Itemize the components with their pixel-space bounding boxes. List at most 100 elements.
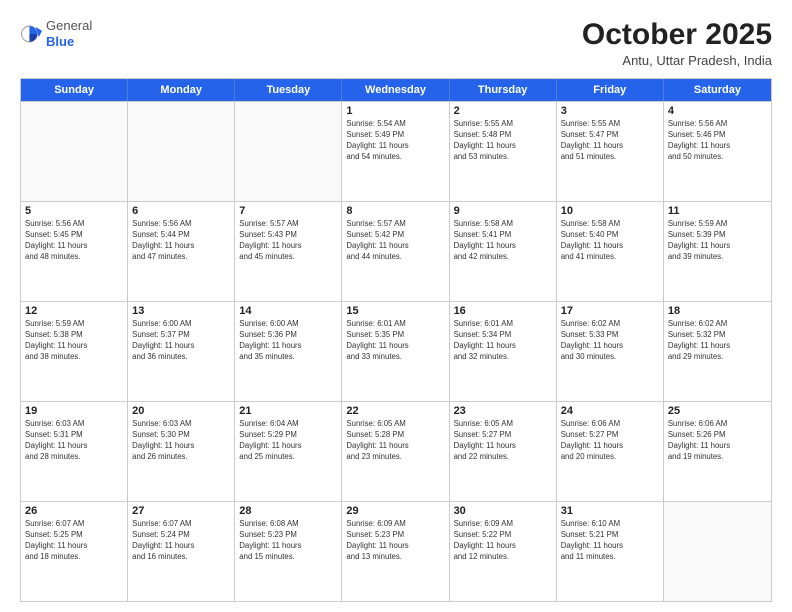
cell-info: Sunrise: 5:54 AM Sunset: 5:49 PM Dayligh… (346, 119, 444, 163)
cell-date-number: 4 (668, 105, 767, 117)
cell-info: Sunrise: 5:56 AM Sunset: 5:45 PM Dayligh… (25, 219, 123, 263)
calendar-cell: 10 Sunrise: 5:58 AM Sunset: 5:40 PM Dayli… (557, 202, 664, 301)
calendar-cell: 25 Sunrise: 6:06 AM Sunset: 5:26 PM Dayli… (664, 402, 771, 501)
day-header: Monday (128, 79, 235, 101)
cell-date-number: 2 (454, 105, 552, 117)
week-row: 1 Sunrise: 5:54 AM Sunset: 5:49 PM Daylig… (21, 101, 771, 201)
cell-info: Sunrise: 6:04 AM Sunset: 5:29 PM Dayligh… (239, 419, 337, 463)
calendar-cell: 4 Sunrise: 5:56 AM Sunset: 5:46 PM Daylig… (664, 102, 771, 201)
cell-info: Sunrise: 6:07 AM Sunset: 5:25 PM Dayligh… (25, 519, 123, 563)
week-row: 12Sunrise: 5:59 AM Sunset: 5:38 PM Dayli… (21, 301, 771, 401)
cell-date-number: 5 (25, 205, 123, 217)
logo: General Blue (20, 18, 92, 49)
cell-date-number: 21 (239, 405, 337, 417)
cell-date-number: 10 (561, 205, 659, 217)
cell-date-number: 8 (346, 205, 444, 217)
calendar-cell: 20Sunrise: 6:03 AM Sunset: 5:30 PM Dayli… (128, 402, 235, 501)
month-title: October 2025 (582, 18, 772, 51)
calendar-cell: 16 Sunrise: 6:01 AM Sunset: 5:34 PM Dayli… (450, 302, 557, 401)
cell-info: Sunrise: 5:57 AM Sunset: 5:43 PM Dayligh… (239, 219, 337, 263)
cell-info: Sunrise: 6:10 AM Sunset: 5:21 PM Dayligh… (561, 519, 659, 563)
calendar-cell: 6 Sunrise: 5:56 AM Sunset: 5:44 PM Daylig… (128, 202, 235, 301)
cell-date-number: 7 (239, 205, 337, 217)
calendar-cell (21, 102, 128, 201)
calendar-cell (235, 102, 342, 201)
cell-info: Sunrise: 6:06 AM Sunset: 5:27 PM Dayligh… (561, 419, 659, 463)
calendar-cell: 19 Sunrise: 6:03 AM Sunset: 5:31 PM Dayli… (21, 402, 128, 501)
cell-date-number: 27 (132, 505, 230, 517)
day-header: Wednesday (342, 79, 449, 101)
calendar: SundayMondayTuesdayWednesdayThursdayFrid… (20, 78, 772, 602)
calendar-cell: 26Sunrise: 6:07 AM Sunset: 5:25 PM Dayli… (21, 502, 128, 601)
cell-info: Sunrise: 6:03 AM Sunset: 5:31 PM Dayligh… (25, 419, 123, 463)
cell-date-number: 23 (454, 405, 552, 417)
cell-info: Sunrise: 6:02 AM Sunset: 5:33 PM Dayligh… (561, 319, 659, 363)
cell-info: Sunrise: 6:01 AM Sunset: 5:34 PM Dayligh… (454, 319, 552, 363)
cell-date-number: 22 (346, 405, 444, 417)
cell-info: Sunrise: 5:55 AM Sunset: 5:47 PM Dayligh… (561, 119, 659, 163)
week-row: 19 Sunrise: 6:03 AM Sunset: 5:31 PM Dayli… (21, 401, 771, 501)
cell-info: Sunrise: 6:00 AM Sunset: 5:36 PM Dayligh… (239, 319, 337, 363)
cell-date-number: 1 (346, 105, 444, 117)
cell-date-number: 13 (132, 305, 230, 317)
cell-info: Sunrise: 6:09 AM Sunset: 5:23 PM Dayligh… (346, 519, 444, 563)
week-row: 5 Sunrise: 5:56 AM Sunset: 5:45 PM Daylig… (21, 201, 771, 301)
day-header: Friday (557, 79, 664, 101)
cell-info: Sunrise: 6:00 AM Sunset: 5:37 PM Dayligh… (132, 319, 230, 363)
calendar-cell: 14 Sunrise: 6:00 AM Sunset: 5:36 PM Dayli… (235, 302, 342, 401)
cell-date-number: 16 (454, 305, 552, 317)
calendar-cell: 24 Sunrise: 6:06 AM Sunset: 5:27 PM Dayli… (557, 402, 664, 501)
calendar-cell: 13 Sunrise: 6:00 AM Sunset: 5:37 PM Dayli… (128, 302, 235, 401)
calendar-cell (664, 502, 771, 601)
calendar-cell: 22 Sunrise: 6:05 AM Sunset: 5:28 PM Dayli… (342, 402, 449, 501)
calendar-cell: 28Sunrise: 6:08 AM Sunset: 5:23 PM Dayli… (235, 502, 342, 601)
cell-info: Sunrise: 6:08 AM Sunset: 5:23 PM Dayligh… (239, 519, 337, 563)
cell-info: Sunrise: 6:06 AM Sunset: 5:26 PM Dayligh… (668, 419, 767, 463)
cell-date-number: 14 (239, 305, 337, 317)
calendar-cell: 11Sunrise: 5:59 AM Sunset: 5:39 PM Dayli… (664, 202, 771, 301)
cell-info: Sunrise: 6:05 AM Sunset: 5:27 PM Dayligh… (454, 419, 552, 463)
cell-date-number: 11 (668, 205, 767, 217)
calendar-cell: 5 Sunrise: 5:56 AM Sunset: 5:45 PM Daylig… (21, 202, 128, 301)
cell-date-number: 9 (454, 205, 552, 217)
logo-icon (20, 23, 42, 45)
cell-date-number: 18 (668, 305, 767, 317)
calendar-cell: 15Sunrise: 6:01 AM Sunset: 5:35 PM Dayli… (342, 302, 449, 401)
calendar-cell: 1 Sunrise: 5:54 AM Sunset: 5:49 PM Daylig… (342, 102, 449, 201)
day-header: Sunday (21, 79, 128, 101)
cell-date-number: 24 (561, 405, 659, 417)
logo-blue: Blue (46, 34, 74, 49)
calendar-cell: 21 Sunrise: 6:04 AM Sunset: 5:29 PM Dayli… (235, 402, 342, 501)
page: General Blue October 2025 Antu, Uttar Pr… (0, 0, 792, 612)
cell-date-number: 17 (561, 305, 659, 317)
cell-info: Sunrise: 5:58 AM Sunset: 5:40 PM Dayligh… (561, 219, 659, 263)
cell-date-number: 19 (25, 405, 123, 417)
calendar-cell (128, 102, 235, 201)
cell-info: Sunrise: 5:57 AM Sunset: 5:42 PM Dayligh… (346, 219, 444, 263)
cell-date-number: 25 (668, 405, 767, 417)
day-header: Tuesday (235, 79, 342, 101)
cell-info: Sunrise: 5:56 AM Sunset: 5:44 PM Dayligh… (132, 219, 230, 263)
cell-info: Sunrise: 6:05 AM Sunset: 5:28 PM Dayligh… (346, 419, 444, 463)
day-headers-row: SundayMondayTuesdayWednesdayThursdayFrid… (21, 79, 771, 101)
cell-date-number: 3 (561, 105, 659, 117)
calendar-cell: 31 Sunrise: 6:10 AM Sunset: 5:21 PM Dayli… (557, 502, 664, 601)
calendar-cell: 18Sunrise: 6:02 AM Sunset: 5:32 PM Dayli… (664, 302, 771, 401)
cell-date-number: 12 (25, 305, 123, 317)
calendar-cell: 9 Sunrise: 5:58 AM Sunset: 5:41 PM Daylig… (450, 202, 557, 301)
title-block: October 2025 Antu, Uttar Pradesh, India (582, 18, 772, 68)
calendar-cell: 30Sunrise: 6:09 AM Sunset: 5:22 PM Dayli… (450, 502, 557, 601)
header: General Blue October 2025 Antu, Uttar Pr… (20, 18, 772, 68)
cell-info: Sunrise: 5:56 AM Sunset: 5:46 PM Dayligh… (668, 119, 767, 163)
cell-date-number: 31 (561, 505, 659, 517)
calendar-cell: 17 Sunrise: 6:02 AM Sunset: 5:33 PM Dayli… (557, 302, 664, 401)
calendar-cell: 3 Sunrise: 5:55 AM Sunset: 5:47 PM Daylig… (557, 102, 664, 201)
cell-date-number: 20 (132, 405, 230, 417)
cell-date-number: 29 (346, 505, 444, 517)
day-header: Thursday (450, 79, 557, 101)
cell-date-number: 6 (132, 205, 230, 217)
cell-info: Sunrise: 5:58 AM Sunset: 5:41 PM Dayligh… (454, 219, 552, 263)
calendar-cell: 7 Sunrise: 5:57 AM Sunset: 5:43 PM Daylig… (235, 202, 342, 301)
day-header: Saturday (664, 79, 771, 101)
cell-date-number: 15 (346, 305, 444, 317)
